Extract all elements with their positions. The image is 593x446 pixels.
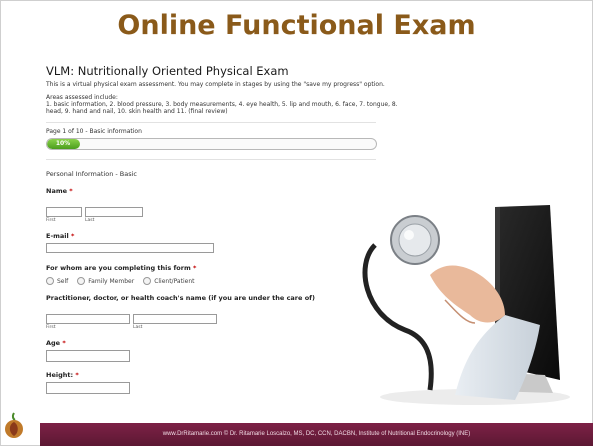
progress-bar: 10%: [46, 138, 377, 150]
institute-logo-icon: [5, 412, 23, 438]
height-input[interactable]: [46, 382, 130, 394]
divider: [46, 122, 376, 123]
last-sublabel: Last: [133, 325, 143, 330]
radio-option-family-member[interactable]: Family Member: [77, 277, 134, 285]
divider: [46, 159, 376, 160]
required-mark: *: [75, 371, 79, 379]
first-sublabel: First: [46, 218, 56, 223]
radio-option-self[interactable]: Self: [46, 277, 68, 285]
form-intro: This is a virtual physical exam assessme…: [46, 81, 385, 88]
email-input[interactable]: [46, 243, 214, 253]
last-name-input[interactable]: [85, 206, 143, 217]
last-sublabel: Last: [85, 218, 95, 223]
required-mark: *: [193, 264, 197, 272]
areas-list: 1. basic information, 2. blood pressure,…: [46, 101, 398, 115]
required-mark: *: [71, 232, 75, 240]
section-heading: Personal Information - Basic: [46, 170, 138, 178]
page-indicator: Page 1 of 10 - Basic information: [46, 128, 142, 135]
name-label: Name *: [46, 187, 73, 195]
radio-circle-icon[interactable]: [143, 277, 152, 285]
practitioner-last-input[interactable]: [133, 313, 217, 324]
slide-footer: www.DrRitamarie.com © Dr. Ritamarie Losc…: [40, 423, 593, 446]
required-mark: *: [69, 187, 73, 195]
slide-title: Online Functional Exam: [117, 10, 476, 41]
progress-percent: 10%: [55, 140, 71, 147]
required-mark: *: [62, 339, 66, 347]
radio-option-client-patient[interactable]: Client/Patient: [143, 277, 194, 285]
age-input[interactable]: [46, 350, 130, 362]
radio-circle-icon[interactable]: [46, 277, 54, 285]
first-name-input[interactable]: [46, 206, 82, 217]
monitor-stethoscope-image: [362, 205, 570, 405]
radio-circle-icon[interactable]: [77, 277, 86, 285]
first-sublabel: First: [46, 325, 56, 330]
practitioner-first-input[interactable]: [46, 313, 130, 324]
form-title: VLM: Nutritionally Oriented Physical Exa…: [46, 64, 289, 78]
areas-heading: Areas assessed include:: [46, 94, 118, 101]
